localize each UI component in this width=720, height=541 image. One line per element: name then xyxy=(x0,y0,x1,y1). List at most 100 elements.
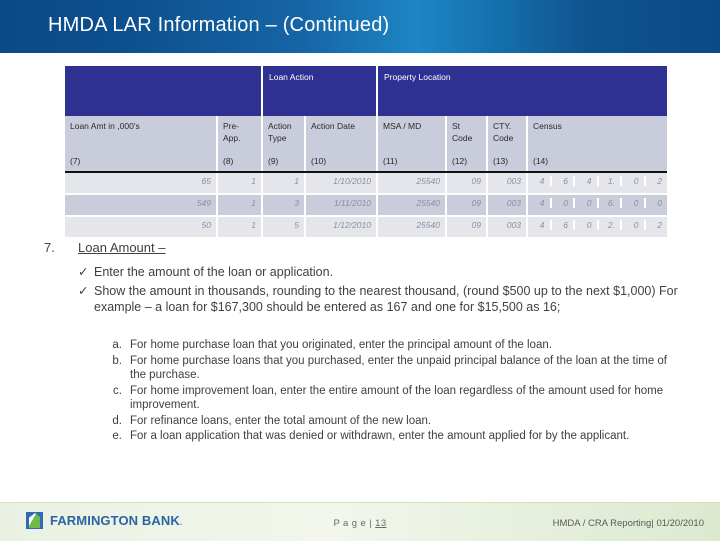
column-header-census: Census (14) xyxy=(527,116,667,173)
cell-action-date: 1/12/2010 xyxy=(305,216,378,239)
list-item: e. For a loan application that was denie… xyxy=(108,429,668,444)
census-digit: 0 xyxy=(622,220,646,230)
column-header-action-date-label: Action Date xyxy=(311,121,355,131)
census-digit: 0 xyxy=(575,198,599,208)
column-header-st-code: St Code (12) xyxy=(446,116,488,173)
cell-action-type: 3 xyxy=(262,194,306,217)
cell-pre-app: 1 xyxy=(217,172,263,195)
column-header-loan-amount: Loan Amt in ,000’s (7) xyxy=(65,116,218,173)
check-icon: ✓ xyxy=(78,284,89,298)
group-header-property-location: Property Location xyxy=(377,66,667,116)
list-item: b. For home purchase loans that you purc… xyxy=(108,354,668,383)
column-header-census-label: Census xyxy=(533,121,562,131)
census-digit: 0 xyxy=(622,198,646,208)
census-digit: 4 xyxy=(528,198,552,208)
cell-action-type: 1 xyxy=(262,172,306,195)
list-item-7-heading: Loan Amount – xyxy=(78,240,166,255)
page-title: HMDA LAR Information – (Continued) xyxy=(48,14,390,36)
footer-right-info: HMDA / CRA Reporting| 01/20/2010 xyxy=(552,518,704,529)
census-digit: 2. xyxy=(599,220,622,230)
cell-loan-amount: 65 xyxy=(65,172,218,195)
census-digit: 0 xyxy=(575,220,599,230)
cell-cty-code: 003 xyxy=(487,216,528,239)
list-item-marker: d. xyxy=(112,414,122,427)
census-digit: 0 xyxy=(657,198,662,208)
table-row: 549 1 3 1/11/2010 25540 09 003 4 0 0 6. … xyxy=(65,194,667,217)
list-item-marker: e. xyxy=(112,430,122,442)
cell-msa-md: 25540 xyxy=(377,216,447,239)
list-item-text: Enter the amount of the loan or applicat… xyxy=(94,265,334,279)
list-item-marker: c. xyxy=(113,384,122,397)
cell-loan-amount: 50 xyxy=(65,216,218,239)
column-header-action-type-number: (9) xyxy=(268,155,279,166)
cell-msa-md: 25540 xyxy=(377,172,447,195)
census-digit: 4 xyxy=(528,220,552,230)
column-header-cty-code-number: (13) xyxy=(493,155,509,166)
cell-action-date: 1/11/2010 xyxy=(305,194,378,217)
hmda-lar-table: Loan Action Property Location Loan Amt i… xyxy=(65,66,667,239)
cell-action-type: 5 xyxy=(262,216,306,239)
cell-loan-amount: 549 xyxy=(65,194,218,217)
slide-title-bar: HMDA LAR Information – (Continued) xyxy=(0,0,720,53)
column-header-pre-app: Pre-App. (8) xyxy=(217,116,263,173)
page-number: 13 xyxy=(375,518,387,529)
table-group-header-row: Loan Action Property Location xyxy=(65,66,667,116)
column-header-st-code-label: St Code xyxy=(452,121,473,143)
list-item-text: For refinance loans, enter the total amo… xyxy=(130,414,432,427)
list-item-text: For home purchase loans that you purchas… xyxy=(130,354,668,382)
column-header-action-type-label: Action Type xyxy=(268,121,292,143)
alpha-sublist: a. For home purchase loan that you origi… xyxy=(108,338,668,445)
column-header-action-date-number: (10) xyxy=(311,155,327,166)
census-digit: 6 xyxy=(552,220,575,230)
census-digit: 6 xyxy=(552,176,575,186)
cell-cty-code: 003 xyxy=(487,172,528,195)
cell-pre-app: 1 xyxy=(217,216,263,239)
column-header-census-number: (14) xyxy=(533,155,549,166)
slide-footer: FARMINGTON BANK. P a g e | 13 HMDA / CRA… xyxy=(0,502,720,541)
list-item: a. For home purchase loan that you origi… xyxy=(108,338,668,353)
list-item: c. For home improvement loan, enter the … xyxy=(108,384,668,413)
column-header-msa-md: MSA / MD (11) xyxy=(377,116,447,173)
census-digit: 6. xyxy=(599,198,622,208)
census-digit: 2 xyxy=(657,220,662,230)
column-header-cty-code-label: CTY. Code xyxy=(493,121,514,143)
list-item-text: For a loan application that was denied o… xyxy=(130,430,630,442)
column-header-msa-md-label: MSA / MD xyxy=(383,121,422,131)
cell-pre-app: 1 xyxy=(217,194,263,217)
census-digit: 4 xyxy=(528,176,552,186)
cell-census: 4 0 0 6. 0 0 xyxy=(527,194,667,217)
cell-st-code: 09 xyxy=(446,172,488,195)
column-header-pre-app-number: (8) xyxy=(223,155,234,166)
list-item-text: Show the amount in thousands, rounding t… xyxy=(94,284,678,314)
column-header-loan-amount-number: (7) xyxy=(70,155,81,166)
column-header-loan-amount-label: Loan Amt in ,000’s xyxy=(70,121,140,131)
column-header-action-type: Action Type (9) xyxy=(262,116,306,173)
check-icon: ✓ xyxy=(78,265,89,279)
group-header-loan-action: Loan Action xyxy=(262,66,378,116)
list-item-marker: a. xyxy=(112,339,122,351)
page-label: P a g e xyxy=(333,518,370,529)
list-item-text: For home improvement loan, enter the ent… xyxy=(130,384,664,412)
column-header-cty-code: CTY. Code (13) xyxy=(487,116,528,173)
cell-census: 4 6 4 1. 0 2 xyxy=(527,172,667,195)
list-item-text: For home purchase loan that you originat… xyxy=(130,339,552,351)
cell-msa-md: 25540 xyxy=(377,194,447,217)
column-header-pre-app-label: Pre-App. xyxy=(223,121,241,143)
checkmark-list: ✓ Enter the amount of the loan or applic… xyxy=(78,264,688,318)
table-column-header-row: Loan Amt in ,000’s (7) Pre-App. (8) Acti… xyxy=(65,116,667,173)
census-digit: 0 xyxy=(622,176,646,186)
cell-st-code: 09 xyxy=(446,216,488,239)
cell-census: 4 6 0 2. 0 2 xyxy=(527,216,667,239)
column-header-msa-md-number: (11) xyxy=(383,155,398,166)
census-digit: 0 xyxy=(552,198,575,208)
cell-cty-code: 003 xyxy=(487,194,528,217)
cell-st-code: 09 xyxy=(446,194,488,217)
census-digit: 4 xyxy=(575,176,599,186)
census-digit: 2 xyxy=(657,176,662,186)
column-header-action-date: Action Date (10) xyxy=(305,116,378,173)
table-row: 50 1 5 1/12/2010 25540 09 003 4 6 0 2. 0… xyxy=(65,216,667,239)
cell-action-date: 1/10/2010 xyxy=(305,172,378,195)
table-row: 65 1 1 1/10/2010 25540 09 003 4 6 4 1. 0… xyxy=(65,172,667,195)
column-header-st-code-number: (12) xyxy=(452,155,468,166)
list-item-marker: b. xyxy=(112,354,122,367)
